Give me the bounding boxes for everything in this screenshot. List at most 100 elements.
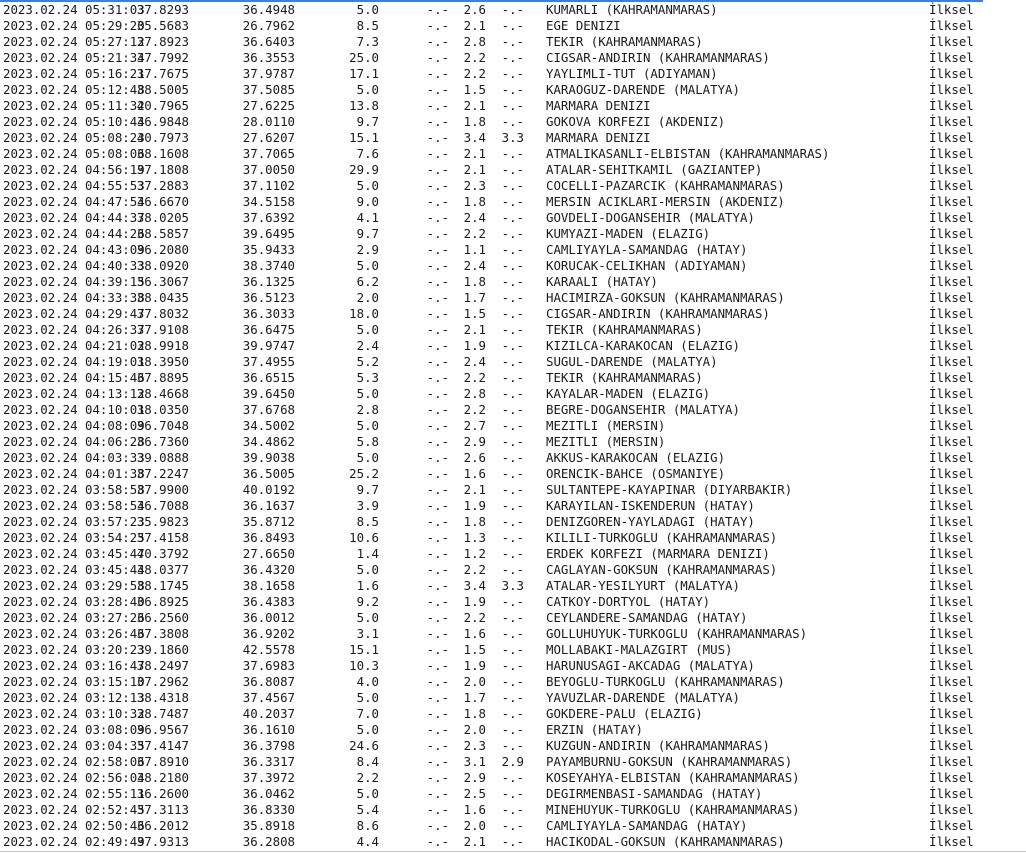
date-cell: 2023.02.24 (3, 226, 78, 241)
date-cell: 2023.02.24 (3, 466, 78, 481)
latitude-cell: 36.8925 (136, 594, 189, 609)
table-row: 2023.02.24 04:43:09 36.2080 35.9433 2.9 -.- 1.… (0, 242, 1026, 258)
location-cell: HACIKODAL-GOKSUN (KAHRAMANMARAS) (546, 834, 785, 849)
location-cell: MEZITLI (MERSIN) (546, 418, 666, 433)
solution-type-cell: İlksel (929, 690, 974, 705)
md-magnitude-cell: -.- (426, 498, 449, 513)
longitude-cell: 36.2808 (242, 834, 295, 849)
latitude-cell: 35.5683 (136, 18, 189, 33)
mw-magnitude-cell: -.- (501, 386, 524, 401)
depth-cell: 5.0 (356, 178, 379, 193)
depth-cell: 5.0 (356, 386, 379, 401)
time-cell: 03:26:46 (85, 626, 145, 641)
ml-magnitude-cell: 1.8 (463, 194, 486, 209)
date-cell: 2023.02.24 (3, 770, 78, 785)
solution-type-cell: İlksel (929, 386, 974, 401)
longitude-cell: 27.6207 (242, 130, 295, 145)
ml-magnitude-cell: 2.1 (463, 482, 486, 497)
longitude-cell: 36.0012 (242, 610, 295, 625)
depth-cell: 9.7 (356, 226, 379, 241)
longitude-cell: 37.3972 (242, 770, 295, 785)
solution-type-cell: İlksel (929, 194, 974, 209)
date-cell: 2023.02.24 (3, 354, 78, 369)
location-cell: CAGLAYAN-GOKSUN (KAHRAMANMARAS) (546, 562, 778, 577)
md-magnitude-cell: -.- (426, 18, 449, 33)
md-magnitude-cell: -.- (426, 482, 449, 497)
mw-magnitude-cell: -.- (501, 626, 524, 641)
table-row: 2023.02.24 05:29:20 35.5683 26.7962 8.5 -.- 2.… (0, 18, 1026, 34)
location-cell: TEKIR (KAHRAMANMARAS) (546, 34, 703, 49)
date-cell: 2023.02.24 (3, 18, 78, 33)
latitude-cell: 38.0435 (136, 290, 189, 305)
table-row: 2023.02.24 04:33:38 38.0435 36.5123 2.0 -.- 1.… (0, 290, 1026, 306)
mw-magnitude-cell: -.- (501, 834, 524, 849)
date-cell: 2023.02.24 (3, 194, 78, 209)
date-cell: 2023.02.24 (3, 658, 78, 673)
latitude-cell: 40.3792 (136, 546, 189, 561)
latitude-cell: 38.5857 (136, 226, 189, 241)
longitude-cell: 39.6450 (242, 386, 295, 401)
longitude-cell: 42.5578 (242, 642, 295, 657)
time-cell: 03:58:54 (85, 498, 145, 513)
md-magnitude-cell: -.- (426, 722, 449, 737)
solution-type-cell: İlksel (929, 50, 974, 65)
table-row: 2023.02.24 02:58:06 37.8910 36.3317 8.4 -.- 3.… (0, 754, 1026, 770)
solution-type-cell: İlksel (929, 82, 974, 97)
mw-magnitude-cell: -.- (501, 402, 524, 417)
latitude-cell: 38.1745 (136, 578, 189, 593)
mw-magnitude-cell: -.- (501, 498, 524, 513)
date-cell: 2023.02.24 (3, 562, 78, 577)
location-cell: AKKUS-KARAKOCAN (ELAZIG) (546, 450, 726, 465)
location-cell: TEKIR (KAHRAMANMARAS) (546, 322, 703, 337)
ml-magnitude-cell: 1.9 (463, 498, 486, 513)
mw-magnitude-cell: -.- (501, 610, 524, 625)
table-row: 2023.02.24 04:06:28 36.7360 34.4862 5.8 -.- 2.… (0, 434, 1026, 450)
ml-magnitude-cell: 3.1 (463, 754, 486, 769)
ml-magnitude-cell: 1.9 (463, 338, 486, 353)
latitude-cell: 38.4318 (136, 690, 189, 705)
latitude-cell: 37.9900 (136, 482, 189, 497)
ml-magnitude-cell: 2.8 (463, 34, 486, 49)
date-cell: 2023.02.24 (3, 690, 78, 705)
date-cell: 2023.02.24 (3, 418, 78, 433)
solution-type-cell: İlksel (929, 210, 974, 225)
date-cell: 2023.02.24 (3, 66, 78, 81)
solution-type-cell: İlksel (929, 226, 974, 241)
depth-cell: 8.4 (356, 754, 379, 769)
solution-type-cell: İlksel (929, 562, 974, 577)
mw-magnitude-cell: -.- (501, 178, 524, 193)
md-magnitude-cell: -.- (426, 466, 449, 481)
location-cell: MINEHUYUK-TURKOGLU (KAHRAMANMARAS) (546, 802, 800, 817)
location-cell: YAYLIMLI-TUT (ADIYAMAN) (546, 66, 718, 81)
depth-cell: 2.4 (356, 338, 379, 353)
location-cell: CEYLANDERE-SAMANDAG (HATAY) (546, 610, 748, 625)
depth-cell: 5.0 (356, 690, 379, 705)
solution-type-cell: İlksel (929, 434, 974, 449)
date-cell: 2023.02.24 (3, 386, 78, 401)
date-cell: 2023.02.24 (3, 338, 78, 353)
location-cell: BEYOGLU-TURKOGLU (KAHRAMANMARAS) (546, 674, 785, 689)
location-cell: DEGIRMENBASI-SAMANDAG (HATAY) (546, 786, 763, 801)
md-magnitude-cell: -.- (426, 210, 449, 225)
ml-magnitude-cell: 1.3 (463, 530, 486, 545)
md-magnitude-cell: -.- (426, 2, 449, 17)
md-magnitude-cell: -.- (426, 706, 449, 721)
table-row: 2023.02.24 03:54:25 37.4158 36.8493 10.6 -.- 1… (0, 530, 1026, 546)
md-magnitude-cell: -.- (426, 162, 449, 177)
latitude-cell: 36.7360 (136, 434, 189, 449)
depth-cell: 9.7 (356, 482, 379, 497)
ml-magnitude-cell: 2.6 (463, 2, 486, 17)
ml-magnitude-cell: 2.1 (463, 834, 486, 849)
location-cell: CAMLIYAYLA-SAMANDAG (HATAY) (546, 242, 748, 257)
time-cell: 04:21:02 (85, 338, 145, 353)
date-cell: 2023.02.24 (3, 242, 78, 257)
location-cell: GOLLUHUYUK-TURKOGLU (KAHRAMANMARAS) (546, 626, 808, 641)
table-row: 2023.02.24 04:56:19 37.1808 37.0050 29.9 -.- 2… (0, 162, 1026, 178)
depth-cell: 2.8 (356, 402, 379, 417)
longitude-cell: 37.4955 (242, 354, 295, 369)
mw-magnitude-cell: -.- (501, 226, 524, 241)
time-cell: 05:11:32 (85, 98, 145, 113)
solution-type-cell: İlksel (929, 354, 974, 369)
solution-type-cell: İlksel (929, 530, 974, 545)
longitude-cell: 35.8712 (242, 514, 295, 529)
